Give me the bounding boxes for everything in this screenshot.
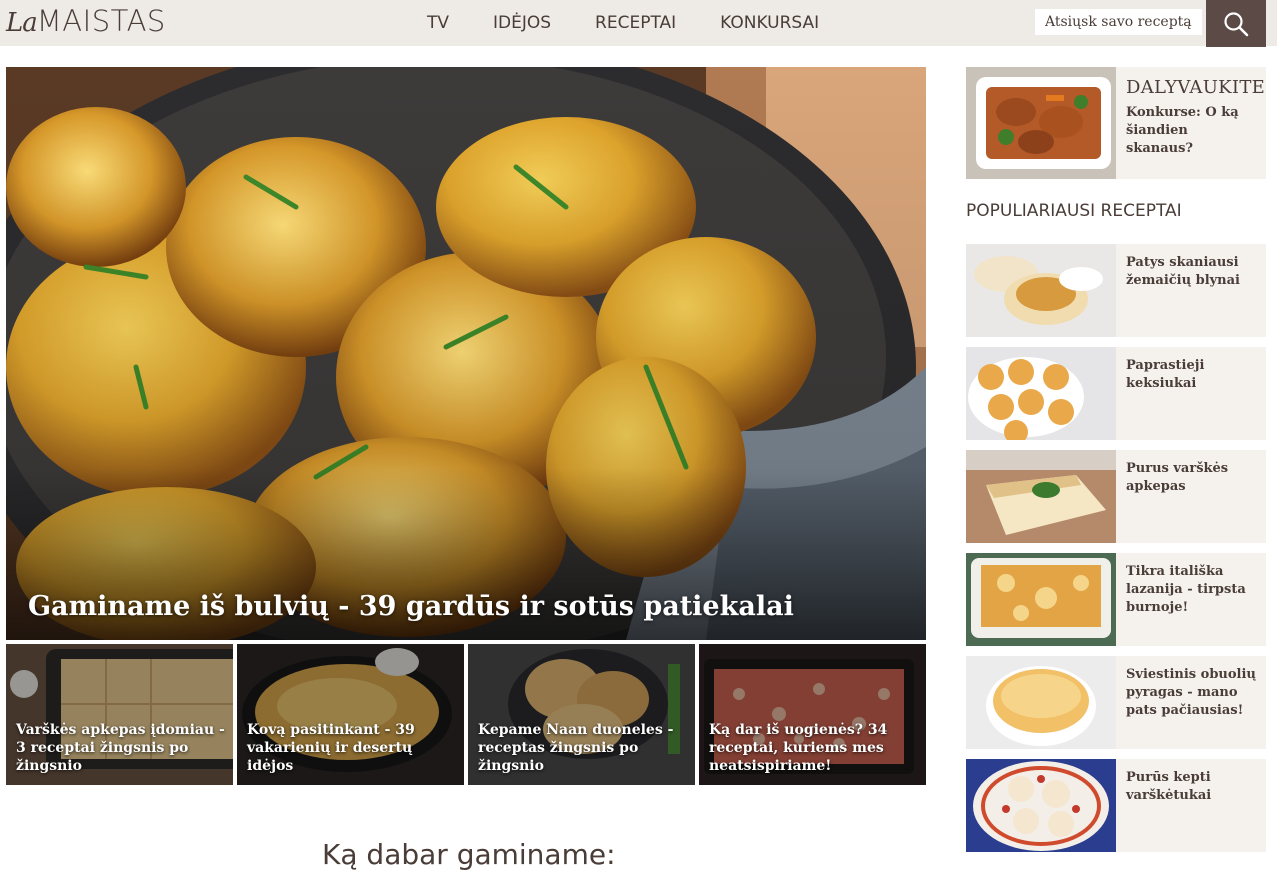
- popular-title: Paprastieji keksiukai: [1126, 358, 1205, 391]
- hero-article[interactable]: Gaminame iš bulvių - 39 gardūs ir sotūs …: [6, 67, 926, 640]
- nav-idejos[interactable]: IDĖJOS: [493, 13, 551, 33]
- popular-heading: POPULIARIAUSI RECEPTAI: [966, 201, 1182, 221]
- logo-la: La: [6, 8, 38, 38]
- article-card-vakarienes[interactable]: Kovą pasitinkant - 39 vakarienių ir dese…: [237, 644, 464, 785]
- popular-item[interactable]: Paprastieji keksiukai: [966, 347, 1266, 440]
- popular-item[interactable]: Tikra itališka lazanija - tirpsta burnoj…: [966, 553, 1266, 646]
- nav-receptai[interactable]: RECEPTAI: [595, 13, 676, 33]
- popular-item[interactable]: Patys skaniausi žemaičių blynai: [966, 244, 1266, 337]
- contest-thumb: [966, 67, 1116, 179]
- search-icon: [1224, 11, 1249, 36]
- contest-title: DALYVAUKITE: [1126, 77, 1266, 98]
- submit-recipe-link[interactable]: Atsiųsk savo receptą: [1035, 9, 1202, 35]
- article-card-uogiene[interactable]: Ką dar iš uogienės? 34 receptai, kuriems…: [699, 644, 926, 785]
- article-card-varskes[interactable]: Varškės apkepas įdomiau - 3 receptai žin…: [6, 644, 233, 785]
- nav-konkursai[interactable]: KONKURSAI: [720, 13, 819, 33]
- popular-title: Purūs kepti varškėtukai: [1126, 770, 1212, 803]
- logo-maistas: MAISTAS: [36, 4, 166, 38]
- popular-thumb: [966, 450, 1116, 543]
- popular-title: Purus varškės apkepas: [1126, 461, 1229, 494]
- popular-thumb: [966, 656, 1116, 749]
- search-button[interactable]: [1206, 0, 1266, 47]
- site-logo[interactable]: La MAISTAS: [6, 4, 166, 42]
- popular-item[interactable]: Purus varškės apkepas: [966, 450, 1266, 543]
- hero-image: [6, 67, 926, 640]
- popular-title: Patys skaniausi žemaičių blynai: [1126, 255, 1240, 288]
- card-title: Ką dar iš uogienės? 34 receptai, kuriems…: [709, 722, 888, 774]
- popular-title: Sviestinis obuolių pyragas - mano pats p…: [1126, 667, 1256, 718]
- card-title: Kovą pasitinkant - 39 vakarienių ir dese…: [247, 722, 415, 774]
- section-title: Ką dabar gaminame:: [322, 838, 616, 871]
- contest-block[interactable]: DALYVAUKITE Konkurse: O ką šiandien skan…: [966, 67, 1266, 179]
- popular-thumb: [966, 244, 1116, 337]
- popular-item[interactable]: Purūs kepti varškėtukai: [966, 759, 1266, 852]
- site-header: La MAISTAS TV IDĖJOS RECEPTAI KONKURSAI …: [0, 0, 1277, 47]
- nav-tv[interactable]: TV: [427, 13, 449, 33]
- main-nav: TV IDĖJOS RECEPTAI KONKURSAI: [405, 0, 841, 46]
- card-title: Varškės apkepas įdomiau - 3 receptai žin…: [16, 722, 225, 774]
- popular-thumb: [966, 553, 1116, 646]
- article-card-naan[interactable]: Kepame Naan duoneles - receptas žingsnis…: [468, 644, 695, 785]
- popular-thumb: [966, 759, 1116, 852]
- popular-thumb: [966, 347, 1116, 440]
- hero-title[interactable]: Gaminame iš bulvių - 39 gardūs ir sotūs …: [28, 591, 794, 622]
- card-title: Kepame Naan duoneles - receptas žingsnis…: [478, 722, 674, 774]
- popular-title: Tikra itališka lazanija - tirpsta burnoj…: [1126, 564, 1246, 615]
- popular-item[interactable]: Sviestinis obuolių pyragas - mano pats p…: [966, 656, 1266, 749]
- contest-subtitle: Konkurse: O ką šiandien skanaus?: [1126, 105, 1239, 156]
